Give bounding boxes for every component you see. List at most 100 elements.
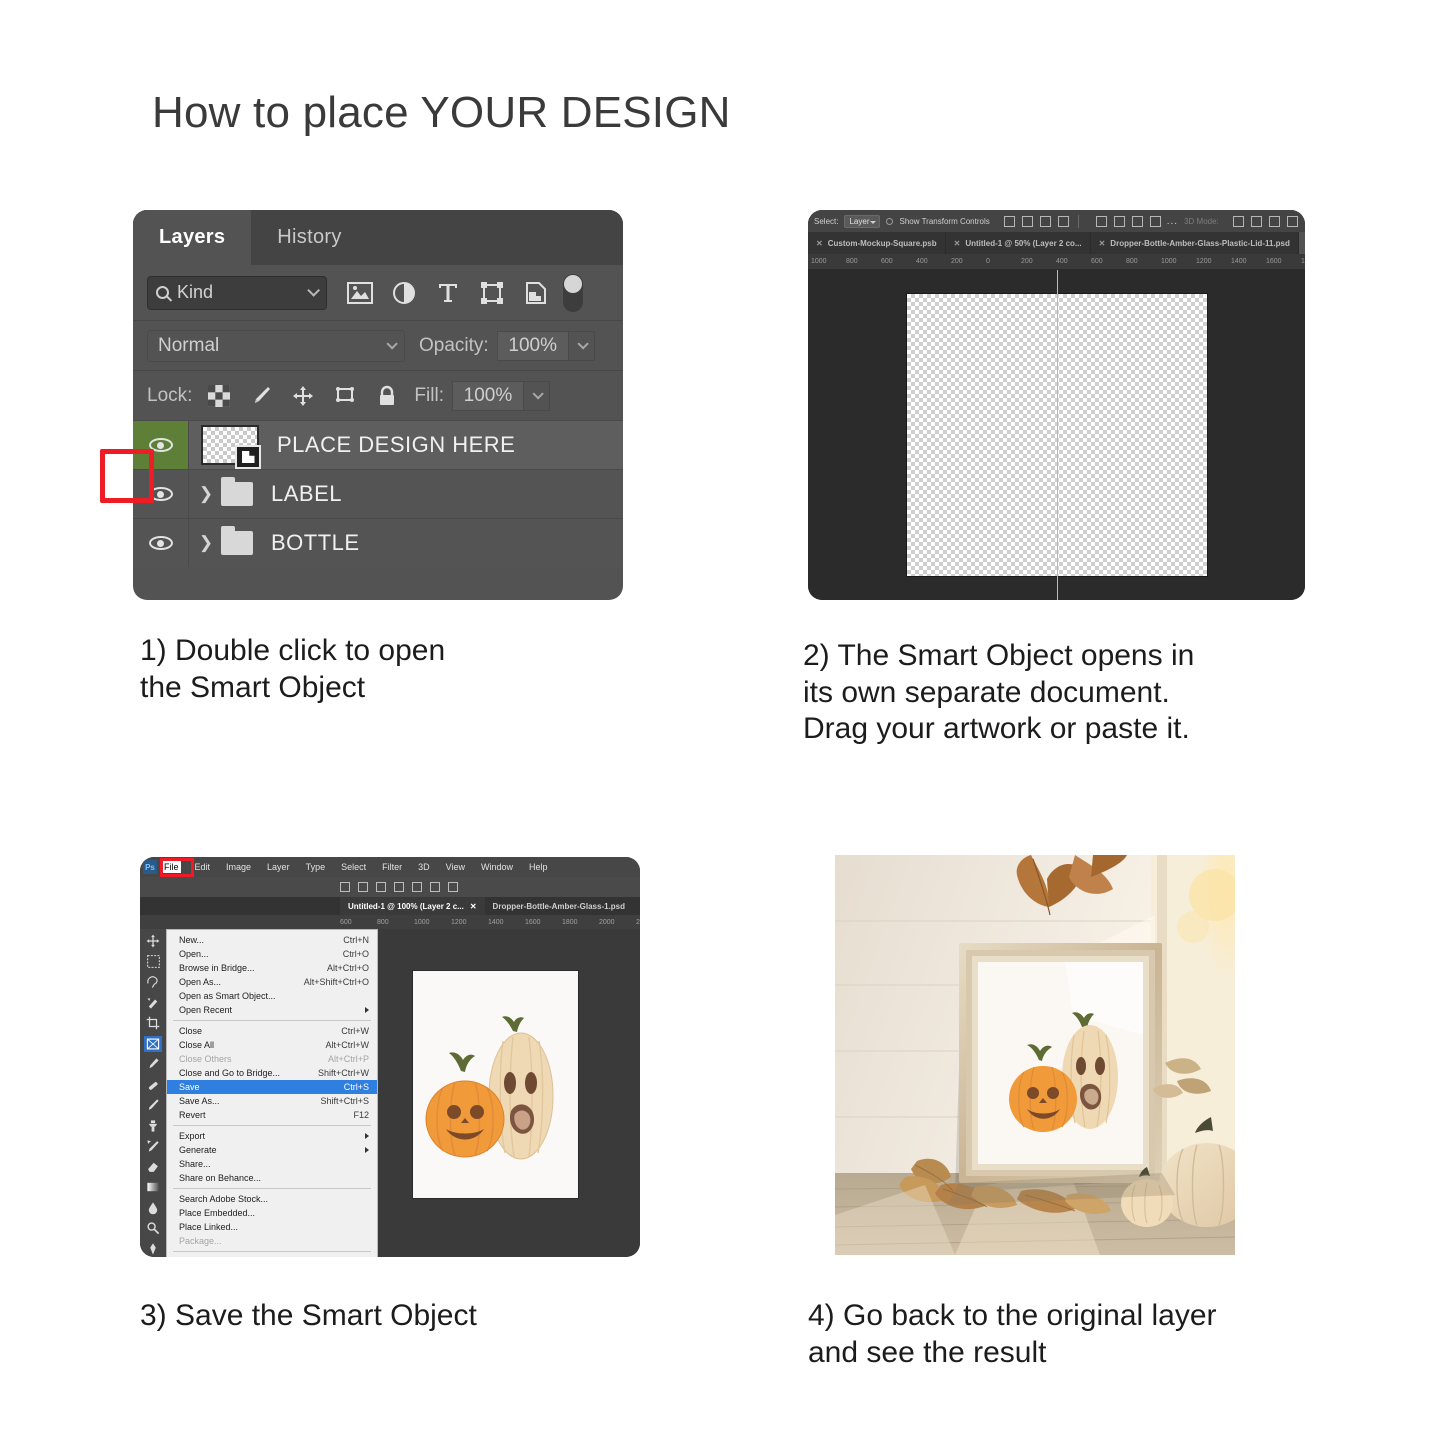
distribute-top-icon[interactable] [412,882,422,892]
menu-item-open-as[interactable]: Open As... Alt+Shift+Ctrl+O [167,975,377,989]
close-icon[interactable]: ✕ [816,239,823,248]
lock-image-pixels-icon[interactable] [248,383,274,409]
eraser-tool-icon[interactable] [144,1159,162,1176]
align-right-icon[interactable] [376,882,386,892]
align-left-icon[interactable] [1003,215,1015,227]
history-brush-tool-icon[interactable] [144,1138,162,1155]
menu-item-place-embedded[interactable]: Place Embedded... [167,1206,377,1220]
menu-item-close-all[interactable]: Close All Alt+Ctrl+W [167,1038,377,1052]
gradient-tool-icon[interactable] [144,1179,162,1196]
menu-item-close-and-go-to-bridge[interactable]: Close and Go to Bridge... Shift+Ctrl+W [167,1066,377,1080]
align-left-icon[interactable] [340,882,350,892]
pen-tool-icon[interactable] [144,1241,162,1258]
lock-artboard-nesting-icon[interactable] [332,383,358,409]
menu-3d[interactable]: 3D [416,861,432,873]
quick-selection-tool-icon[interactable] [144,995,162,1012]
marquee-tool-icon[interactable] [144,954,162,971]
distribute-vertical-icon[interactable] [1149,215,1161,227]
three-d-pan-icon[interactable] [1268,215,1280,227]
fill-value[interactable]: 100% [451,380,524,411]
menu-item-generate[interactable]: Generate [167,1143,377,1157]
menu-item-save[interactable]: Save Ctrl+S [167,1080,377,1094]
lock-all-icon[interactable] [374,383,400,409]
menu-help[interactable]: Help [527,861,550,873]
menu-item-revert[interactable]: Revert F12 [167,1108,377,1122]
distribute-bottom-icon[interactable] [448,882,458,892]
menu-item-open-as-smart-object[interactable]: Open as Smart Object... [167,989,377,1003]
brush-tool-icon[interactable] [144,1097,162,1114]
file-dropdown-menu[interactable]: New... Ctrl+N Open... Ctrl+O Browse in Bri… [166,929,378,1257]
menu-item-open[interactable]: Open... Ctrl+O [167,947,377,961]
close-icon[interactable]: ✕ [954,239,961,248]
layer-visibility-toggle[interactable] [133,519,189,567]
distribute-center-icon[interactable] [1113,215,1125,227]
align-top-icon[interactable] [1057,215,1069,227]
lasso-tool-icon[interactable] [144,974,162,991]
blend-mode-select[interactable]: Normal [147,329,405,362]
document-tab-dropper-bottle[interactable]: Dropper-Bottle-Amber-Glass-1.psd [485,897,633,915]
eyedropper-tool-icon[interactable] [144,1056,162,1073]
select-target-dropdown[interactable]: Layer [844,214,881,228]
menu-item-search-adobe-stock[interactable]: Search Adobe Stock... [167,1192,377,1206]
lock-position-icon[interactable] [290,383,316,409]
type-filter-icon[interactable] [433,278,463,308]
filter-kind-select[interactable]: Kind [147,275,327,310]
menu-item-save-as[interactable]: Save As... Shift+Ctrl+S [167,1094,377,1108]
menu-filter[interactable]: Filter [380,861,404,873]
layer-row-bottle[interactable]: ❯ BOTTLE [133,518,623,567]
align-center-icon[interactable] [358,882,368,892]
chevron-right-icon[interactable]: ❯ [195,533,217,553]
artwork-canvas[interactable] [413,971,578,1198]
crop-tool-icon[interactable] [144,1015,162,1032]
document-tab-untitled-1[interactable]: ✕ Untitled-1 @ 50% (Layer 2 co... [946,232,1091,254]
frame-tool-icon[interactable] [144,1035,162,1052]
smart-object-filter-icon[interactable] [521,278,551,308]
more-options-button[interactable]: ... [1167,216,1178,227]
menu-item-export[interactable]: Export [167,1129,377,1143]
three-d-slide-icon[interactable] [1286,215,1298,227]
menu-item-close[interactable]: Close Ctrl+W [167,1024,377,1038]
menu-item-new[interactable]: New... Ctrl+N [167,933,377,947]
menu-item-open-recent[interactable]: Open Recent [167,1003,377,1017]
document-tab-untitled-1[interactable]: Untitled-1 @ 100% (Layer 2 c... ✕ [340,897,485,915]
three-d-roll-icon[interactable] [1250,215,1262,227]
menu-select[interactable]: Select [339,861,368,873]
tab-history[interactable]: History [251,210,367,265]
menu-item-share-on-behance[interactable]: Share on Behance... [167,1171,377,1185]
menu-item-place-linked[interactable]: Place Linked... [167,1220,377,1234]
canvas-area[interactable] [808,270,1305,600]
adjustment-filter-icon[interactable] [389,278,419,308]
menu-item-browse-in-bridge[interactable]: Browse in Bridge... Alt+Ctrl+O [167,961,377,975]
menu-edit[interactable]: Edit [193,861,213,873]
clone-stamp-tool-icon[interactable] [144,1118,162,1135]
close-icon[interactable]: ✕ [1099,239,1106,248]
shape-filter-icon[interactable] [477,278,507,308]
align-right-icon[interactable] [1039,215,1051,227]
menu-image[interactable]: Image [224,861,253,873]
distribute-middle-icon[interactable] [430,882,440,892]
menu-item-share[interactable]: Share... [167,1157,377,1171]
filter-toggle[interactable] [563,273,583,312]
menu-item-automate[interactable]: Automate [167,1255,377,1257]
close-icon[interactable]: ✕ [470,902,477,911]
layer-visibility-toggle[interactable] [133,421,189,469]
document-tab-dropper-bottle[interactable]: ✕ Dropper-Bottle-Amber-Glass-Plastic-Lid… [1091,232,1299,254]
menu-layer[interactable]: Layer [265,861,292,873]
layer-visibility-toggle[interactable] [133,470,189,518]
menu-view[interactable]: View [444,861,467,873]
layer-row-label[interactable]: ❯ LABEL [133,469,623,518]
move-tool-icon[interactable] [144,933,162,950]
menu-type[interactable]: Type [304,861,328,873]
layer-row-place-design-here[interactable]: PLACE DESIGN HERE [133,420,623,469]
lock-transparent-pixels-icon[interactable] [206,383,232,409]
healing-brush-tool-icon[interactable] [144,1077,162,1094]
blur-tool-icon[interactable] [144,1200,162,1217]
align-center-horizontal-icon[interactable] [1021,215,1033,227]
image-filter-icon[interactable] [345,278,375,308]
document-tab-custom-mockup[interactable]: ✕ Custom-Mockup-Square.psb [808,232,946,254]
document-tab-layer-1111111[interactable]: Layer 1111111.psb @ 25% (Background Colo… [1298,232,1305,254]
show-transform-controls-checkbox[interactable] [886,217,894,225]
fill-stepper[interactable] [523,380,550,411]
tab-layers[interactable]: Layers [133,210,252,265]
menu-window[interactable]: Window [479,861,515,873]
